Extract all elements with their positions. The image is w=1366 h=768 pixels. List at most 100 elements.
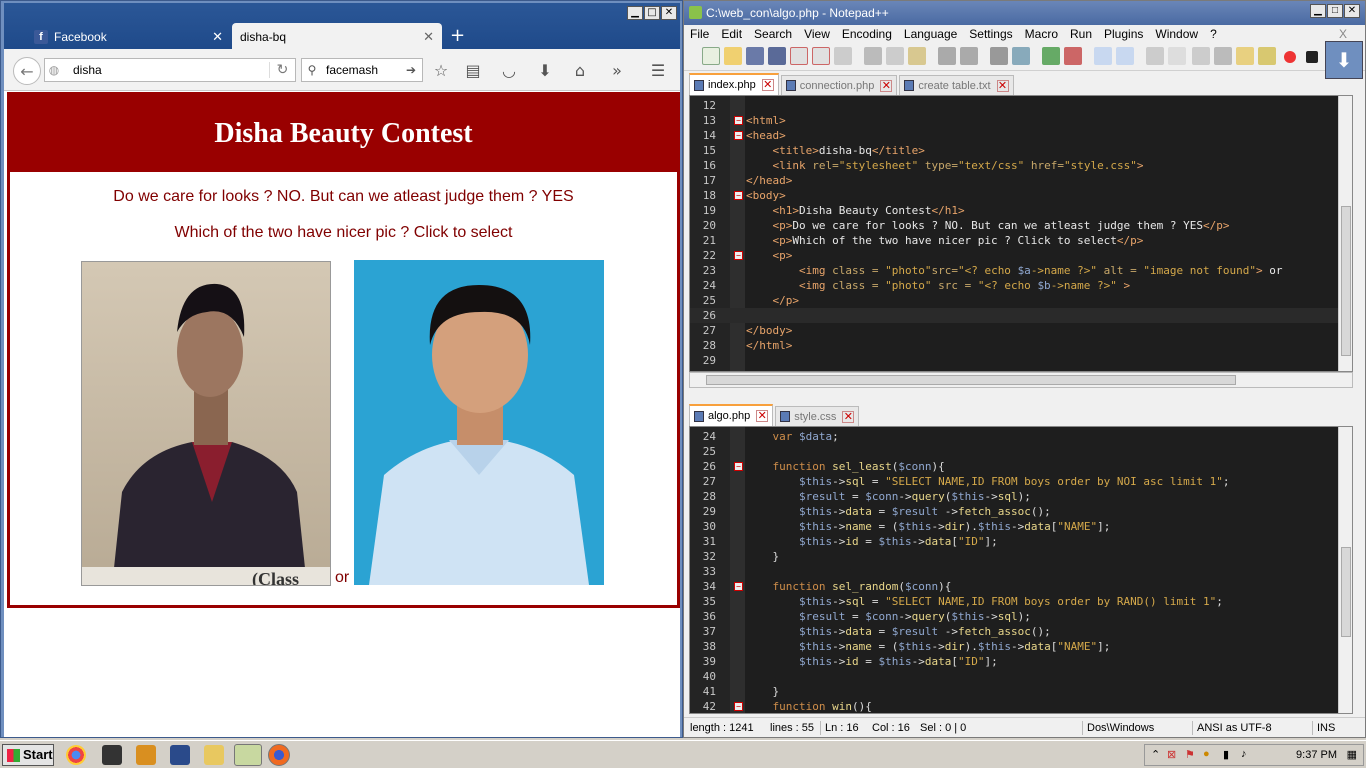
menu-view[interactable]: View [798,27,836,41]
doc-tab-connection-php[interactable]: connection.php ✕ [780,75,898,95]
close-button[interactable]: ✕ [1344,4,1360,18]
menu-language[interactable]: Language [898,27,963,41]
close-document-button[interactable]: X [1333,27,1353,41]
address-bar[interactable]: ◍ disha ↻ [44,58,296,82]
folder-icon[interactable] [204,745,224,765]
find-icon[interactable] [990,47,1008,65]
search-text[interactable]: facemash [322,63,406,77]
copy-icon[interactable] [886,47,904,65]
word-wrap-icon[interactable] [1146,47,1164,65]
tab-disha-bq[interactable]: disha-bq ✕ [232,23,442,51]
show-all-chars-icon[interactable] [1168,47,1186,65]
stop-macro-icon[interactable] [1306,51,1318,63]
indent-guide-icon[interactable] [1192,47,1210,65]
menu-plugins[interactable]: Plugins [1098,27,1149,41]
save-icon[interactable] [746,47,764,65]
sync-horizontal-icon[interactable] [1116,47,1134,65]
go-arrow-icon[interactable]: ➔ [406,63,422,77]
cut-icon[interactable] [864,47,882,65]
editor-algo-php[interactable]: 24 var $data; 25 26− function sel_least(… [689,426,1353,714]
firefox-taskbar-icon[interactable] [268,744,290,766]
doc-tab-create-table-txt[interactable]: create table.txt ✕ [899,75,1014,95]
reading-list-icon[interactable]: ▤ [462,61,484,81]
tray-expand-icon[interactable]: ⌃ [1151,748,1160,761]
doc-tab-style-css[interactable]: style.css ✕ [775,406,860,426]
sync-vertical-icon[interactable] [1094,47,1112,65]
zoom-in-icon[interactable] [1042,47,1060,65]
view-splitter[interactable] [684,393,1365,401]
editor-index-php[interactable]: 12 13− <html> 14− <head> 15 <title>disha-b… [689,95,1353,372]
new-tab-button[interactable]: + [450,27,465,45]
close-tab-icon[interactable]: ✕ [842,410,855,423]
maximize-button[interactable]: □ [644,6,660,20]
function-list-icon[interactable] [1258,47,1276,65]
app-tray-icon[interactable]: ● [1203,748,1210,760]
pocket-icon[interactable]: ◡ [498,61,520,81]
bookmark-star-icon[interactable]: ☆ [430,61,452,81]
user-language-icon[interactable] [1214,47,1232,65]
top-document-tabs: index.php ✕ connection.php ✕ create tabl… [689,73,1016,95]
menu-edit[interactable]: Edit [715,27,748,41]
close-tab-icon[interactable]: ✕ [761,79,774,91]
media-app-icon[interactable] [170,745,190,765]
document-map-icon[interactable] [1236,47,1254,65]
menu-window[interactable]: Window [1149,27,1204,41]
undo-icon[interactable] [938,47,956,65]
new-file-icon[interactable] [702,47,720,65]
doc-tab-index-php[interactable]: index.php ✕ [689,73,779,95]
close-tab-icon[interactable]: ✕ [880,79,893,92]
clock[interactable]: 9:37 PM [1296,749,1337,761]
notepadpp-taskbar-icon[interactable] [234,744,262,766]
hamburger-menu-icon[interactable]: ☰ [647,61,669,81]
close-all-icon[interactable] [812,47,830,65]
start-button[interactable]: Start [2,744,54,766]
paste-icon[interactable] [908,47,926,65]
vertical-scrollbar[interactable] [1338,96,1352,371]
close-tab-icon[interactable]: ✕ [212,29,223,45]
signal-icon[interactable]: ▮ [1223,748,1229,761]
vertical-scrollbar[interactable] [1338,427,1352,713]
menu-encoding[interactable]: Encoding [836,27,898,41]
close-tab-icon[interactable]: ✕ [423,29,434,45]
overflow-chevron-icon[interactable]: » [606,61,628,81]
network-warning-icon[interactable]: ⊠ [1167,748,1176,761]
menu-help[interactable]: ? [1204,27,1223,41]
contestant-photo-1[interactable]: (Class [81,261,331,586]
chrome-icon[interactable] [66,745,86,765]
maximize-button[interactable]: □ [1327,4,1343,18]
close-file-icon[interactable] [790,47,808,65]
redo-icon[interactable] [960,47,978,65]
app-shortcut-icon[interactable] [136,745,156,765]
zoom-out-icon[interactable] [1064,47,1082,65]
print-icon[interactable] [834,47,852,65]
horizontal-scrollbar[interactable] [689,372,1353,388]
menu-file[interactable]: File [684,27,715,41]
back-button[interactable]: ← [13,57,41,85]
save-all-icon[interactable] [768,47,786,65]
volume-icon[interactable]: ♪ [1241,748,1247,760]
show-desktop-icon[interactable]: ▦ [1347,748,1357,761]
menu-settings[interactable]: Settings [963,27,1018,41]
update-download-icon[interactable]: ⬇ [1325,41,1363,79]
close-tab-icon[interactable]: ✕ [756,410,769,422]
record-macro-icon[interactable] [1284,51,1296,63]
menu-macro[interactable]: Macro [1019,27,1064,41]
reload-icon[interactable]: ↻ [269,62,295,78]
open-file-icon[interactable] [724,47,742,65]
security-icon[interactable]: ⚑ [1185,748,1195,761]
home-icon[interactable]: ⌂ [569,61,591,81]
contestant-photo-2[interactable] [354,260,604,585]
menu-search[interactable]: Search [748,27,798,41]
minimize-button[interactable]: ▁ [627,6,643,20]
close-button[interactable]: ✕ [661,6,677,20]
menu-run[interactable]: Run [1064,27,1098,41]
url-text[interactable]: disha [63,63,269,77]
close-tab-icon[interactable]: ✕ [996,79,1009,92]
tab-facebook[interactable]: f Facebook ✕ [26,23,231,51]
doc-tab-algo-php[interactable]: algo.php ✕ [689,404,774,426]
search-box[interactable]: ⚲ facemash ➔ [301,58,423,82]
minimize-button[interactable]: ▁ [1310,4,1326,18]
app-icon[interactable] [102,745,122,765]
download-icon[interactable]: ⬇ [534,61,556,81]
replace-icon[interactable] [1012,47,1030,65]
